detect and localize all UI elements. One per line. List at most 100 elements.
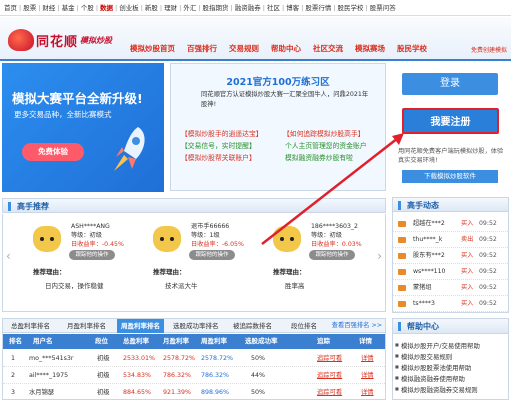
column-header: 选股成功率 — [245, 337, 278, 345]
username-link[interactable]: mo_***541s3r — [29, 350, 73, 367]
username-link[interactable]: 水月锦瑟 — [29, 384, 54, 400]
top-nav-link[interactable]: 理财 — [164, 4, 177, 12]
help-link[interactable]: 模拟炒股开户/交易使用帮助 — [395, 341, 480, 350]
tab-tracked-rank[interactable]: 被追踪数排名 — [233, 319, 272, 333]
tab-success-rank[interactable]: 选股成功率排名 — [173, 319, 219, 333]
trader-name[interactable]: ws****110 — [413, 264, 445, 280]
track-button[interactable]: 跟踪他的操作 — [309, 250, 355, 260]
help-link[interactable]: 模拟炒股交易规则 — [395, 352, 452, 361]
promo-banner[interactable]: 模拟大赛平台全新升级! 更多交易品种，全新比赛模式 免费体验 — [2, 63, 164, 192]
detail-link[interactable]: 详情 — [361, 367, 374, 384]
practice-zone-title[interactable]: 2021官方100万练习区 — [171, 74, 385, 88]
top-nav-link[interactable]: 股票问答 — [370, 4, 396, 12]
feature-link[interactable]: 个人主页管理您的资金账户 — [285, 140, 367, 150]
free-trial-button[interactable]: 免费体验 — [22, 143, 84, 161]
expert-level: 等级：初级 — [71, 232, 102, 239]
nav-rules[interactable]: 交易规则 — [229, 43, 259, 54]
top-nav-link[interactable]: 个股 — [81, 4, 94, 12]
username-link[interactable]: ail****_1975 — [29, 367, 68, 384]
help-link[interactable]: 模拟融资融券使用帮助 — [395, 374, 465, 383]
trade-time: 09:52 — [479, 300, 497, 307]
list-item[interactable]: 超越在***2 买入 09:52 — [393, 216, 508, 232]
top-nav-link[interactable]: 首页 — [4, 4, 17, 12]
top-nav-link[interactable]: 财经 — [42, 4, 55, 12]
help-link[interactable]: 模拟炒股融资融券交易规则 — [395, 385, 478, 394]
list-item[interactable]: thu****_k 卖出 09:52 — [393, 232, 508, 248]
feature-link[interactable]: 【如何追踪模拟炒股高手】 — [283, 128, 365, 138]
track-button[interactable]: 跟踪他的操作 — [69, 250, 115, 260]
column-header: 周盈利率 — [201, 337, 227, 345]
expert-name[interactable]: ASH****ANG — [71, 222, 124, 231]
expert-name[interactable]: 186****3603_2 — [311, 222, 362, 231]
trade-icon — [398, 301, 406, 307]
tab-level-rank[interactable]: 段位排名 — [291, 319, 317, 333]
track-link[interactable]: 追踪可看 — [317, 384, 342, 400]
table-cell: 44% — [251, 372, 265, 379]
top-nav-link[interactable]: 博客 — [286, 4, 299, 12]
view-top100-link[interactable]: 查看百强排名 >> — [332, 319, 382, 333]
track-link[interactable]: 追踪可看 — [317, 367, 342, 384]
top-nav-link[interactable]: 股票行情 — [305, 4, 331, 12]
expert-name[interactable]: 退市手66666 — [191, 222, 244, 231]
nav-school[interactable]: 股民学校 — [397, 43, 427, 54]
top-nav-link[interactable]: 股民学校 — [338, 4, 364, 12]
help-link[interactable]: 模拟炒股股票池使用帮助 — [395, 363, 471, 372]
top-nav-link[interactable]: 社区 — [267, 4, 280, 12]
logo-subbrand: 模拟炒股 — [80, 35, 113, 45]
chevron-right-icon[interactable]: › — [377, 249, 382, 263]
nav-top100[interactable]: 百强排行 — [187, 43, 217, 54]
trade-icon — [398, 285, 406, 291]
help-header: 帮助中心 — [392, 318, 509, 334]
nav-community[interactable]: 社区交流 — [313, 43, 343, 54]
list-item[interactable]: 股东有***2 买入 09:52 — [393, 248, 508, 264]
experts-title: 高手推荐 — [17, 202, 49, 211]
top-nav-link[interactable]: 外汇 — [183, 4, 196, 12]
expert-card[interactable]: 退市手66666 等级：1级 日收益率：-6.05% 跟踪他的操作 推荐理由： … — [131, 220, 249, 306]
list-item[interactable]: ts****3 买入 09:52 — [393, 296, 508, 312]
top-nav-link[interactable]: 融资融券 — [235, 4, 261, 12]
track-link[interactable]: 追踪可看 — [317, 350, 342, 367]
trader-name[interactable]: thu****_k — [413, 232, 442, 248]
expert-rate: 日收益率：-6.05% — [191, 241, 244, 248]
logo[interactable]: 同花顺 模拟炒股 — [8, 23, 112, 57]
feature-link[interactable]: 【模拟炒股手的逍遥达宝】 — [181, 128, 263, 138]
nav-help[interactable]: 帮助中心 — [271, 43, 301, 54]
nav-arena[interactable]: 模拟赛场 — [355, 43, 385, 54]
top-nav-link[interactable]: 新股 — [145, 4, 158, 12]
nav-home[interactable]: 模拟炒股首页 — [130, 43, 175, 54]
track-button[interactable]: 跟踪他的操作 — [189, 250, 235, 260]
section-marker-icon — [398, 201, 401, 210]
feature-link[interactable]: 【交易信号，实时提醒】 — [181, 140, 256, 150]
trader-name[interactable]: 蒙猪组 — [413, 280, 432, 296]
table-cell: 786.32% — [163, 372, 192, 379]
feature-link[interactable]: 【模拟炒股帮关联账户】 — [181, 152, 256, 162]
create-account-link[interactable]: 免费创建模拟 — [471, 45, 507, 54]
trade-action: 卖出 — [461, 236, 474, 243]
trade-time: 09:52 — [479, 252, 497, 259]
trader-name[interactable]: 超越在***2 — [413, 216, 445, 232]
top-nav: 首页 | 股票 | 财经 | 基金 | 个股 | 数据 | 创业板 | 新股 | 理财 | 外汇 | 股指期货 | 融资融券… — [0, 0, 511, 16]
download-software-button[interactable]: 下载模拟炒股软件 — [402, 170, 498, 183]
main-nav: 模拟炒股首页 百强排行 交易规则 帮助中心 社区交流 模拟赛场 股民学校 — [130, 43, 439, 54]
list-item[interactable]: ws****110 买入 09:52 — [393, 264, 508, 280]
login-button[interactable]: 登录 — [402, 73, 498, 95]
trade-icon — [398, 237, 406, 243]
trader-name[interactable]: 股东有***2 — [413, 248, 445, 264]
top-nav-link[interactable]: 基金 — [62, 4, 75, 12]
expert-card[interactable]: 186****3603_2 等级：初级 日收益率：0.03% 跟踪他的操作 推荐… — [251, 220, 369, 306]
top-nav-link[interactable]: 数据 — [100, 4, 113, 12]
tab-total-rank[interactable]: 总盈利率排名 — [11, 319, 50, 333]
detail-link[interactable]: 详情 — [361, 350, 374, 367]
feature-link[interactable]: 模拟融资融券炒股有啦 — [285, 152, 353, 162]
tab-week-rank[interactable]: 周盈利率排名 — [117, 319, 164, 333]
detail-link[interactable]: 详情 — [361, 384, 374, 400]
top-nav-link[interactable]: 创业板 — [119, 4, 139, 12]
register-button[interactable]: 我要注册 — [402, 108, 499, 134]
top-nav-link[interactable]: 股票 — [23, 4, 36, 12]
tab-month-rank[interactable]: 月盈利率排名 — [67, 319, 106, 333]
trader-name[interactable]: ts****3 — [413, 296, 435, 312]
expert-card[interactable]: ASH****ANG 等级：初级 日收益率：-0.45% 跟踪他的操作 推荐理由… — [11, 220, 129, 306]
list-item[interactable]: 蒙猪组 买入 09:52 — [393, 280, 508, 296]
top-nav-link[interactable]: 股指期货 — [203, 4, 229, 12]
trade-icon — [398, 221, 406, 227]
